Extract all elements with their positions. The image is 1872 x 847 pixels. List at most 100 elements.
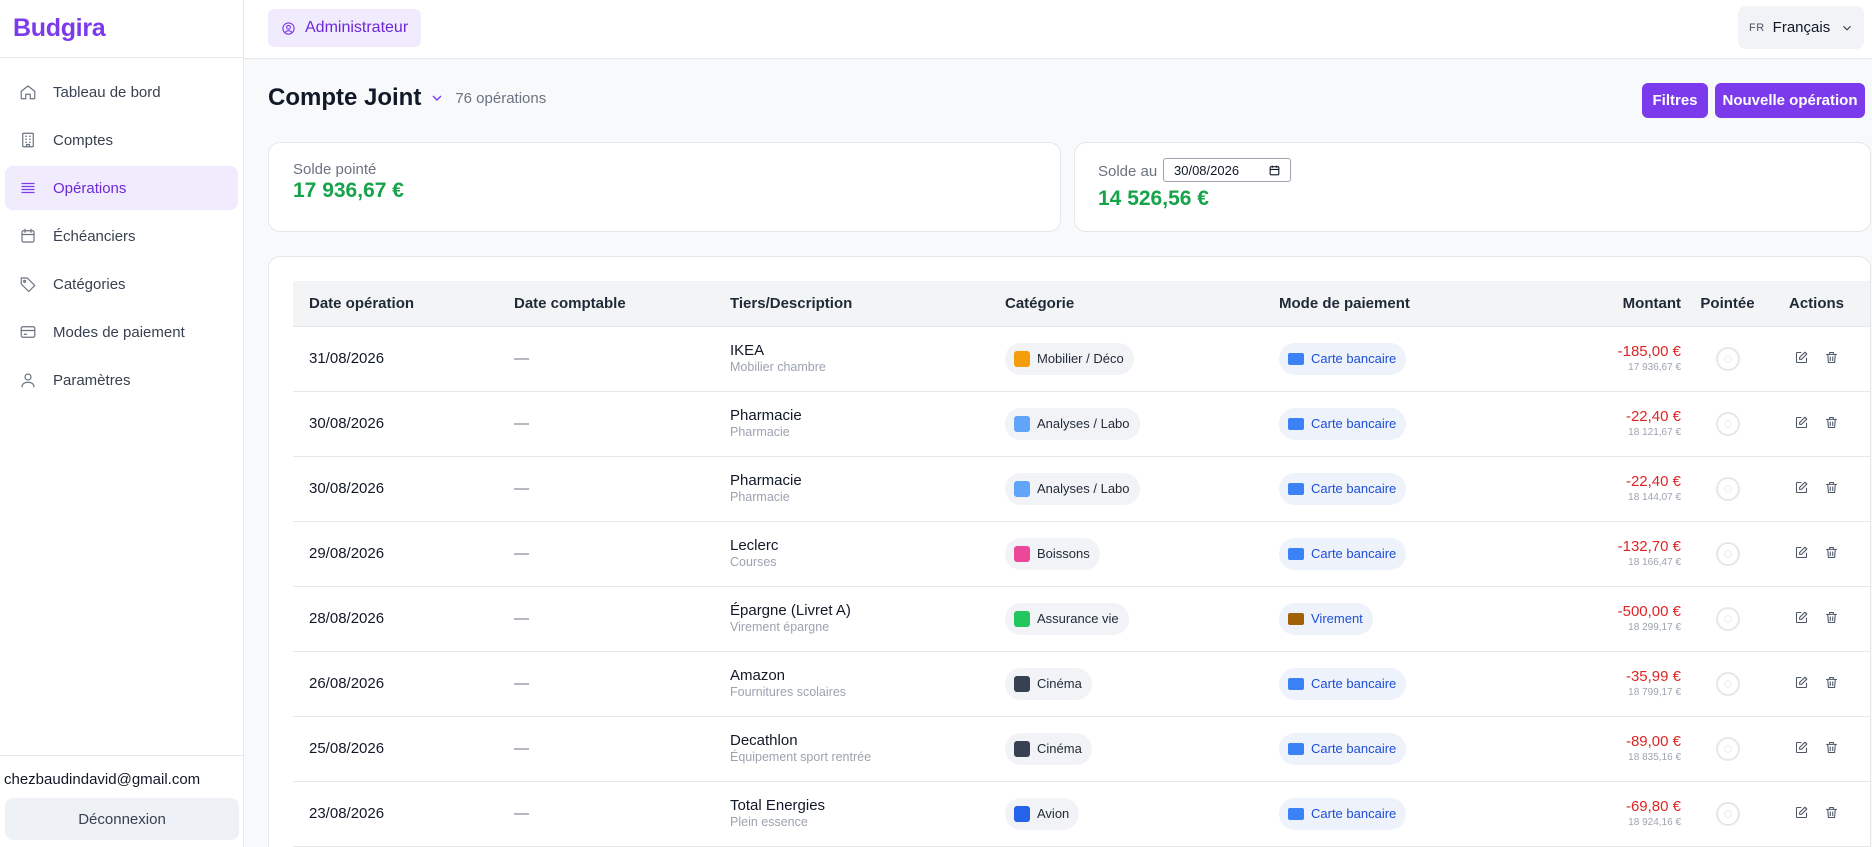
table-row[interactable]: 31/08/2026— IKEA Mobilier chambre Mobilier … (293, 326, 1870, 391)
trash-icon (1825, 612, 1838, 624)
pointed-cell (1695, 521, 1760, 586)
payment-label: Carte bancaire (1311, 546, 1397, 561)
category-cell: Cinéma (989, 716, 1263, 781)
edit-button[interactable] (1792, 673, 1812, 693)
table-row[interactable]: 30/08/2026 — Pharmacie Pharmacie Analyses / … (293, 391, 1870, 456)
tiers-description: Courses (730, 555, 777, 569)
column-header[interactable]: Mode de paiement (1263, 281, 1563, 327)
pointed-toggle[interactable] (1715, 671, 1740, 696)
edit-button[interactable] (1792, 478, 1812, 498)
pointed-toggle[interactable] (1715, 541, 1740, 566)
edit-button[interactable] (1792, 413, 1812, 433)
language-selector[interactable]: FR Français (1738, 6, 1864, 49)
payment-cell: Carte bancaire (1263, 781, 1563, 846)
delete-button[interactable] (1822, 738, 1842, 758)
role-badge[interactable]: Administrateur (268, 9, 422, 47)
edit-button[interactable] (1792, 348, 1812, 368)
delete-button[interactable] (1822, 543, 1842, 563)
sidebar-item-dashboard[interactable]: Tableau de bord (5, 70, 238, 114)
column-header[interactable]: Date opération (293, 281, 498, 327)
delete-button[interactable] (1822, 413, 1842, 433)
table-row[interactable]: 25/08/2026 — Decathlon Équipement sport ren… (293, 716, 1870, 781)
new-operation-button[interactable]: Nouvelle opération (1715, 83, 1865, 118)
delete-button[interactable] (1822, 803, 1842, 823)
category-chip[interactable]: Assurance vie (1005, 602, 1129, 635)
payment-chip[interactable]: Carte bancaire (1279, 667, 1407, 700)
category-chip[interactable]: Cinéma (1005, 732, 1092, 765)
category-cell: Analyses / Labo (989, 391, 1263, 456)
column-header[interactable]: Catégorie (989, 281, 1263, 327)
payment-chip[interactable]: Carte bancaire (1279, 797, 1407, 830)
payment-chip[interactable]: Virement (1279, 602, 1373, 635)
tiers-cell: IKEA Mobilier chambre (714, 326, 989, 391)
edit-button[interactable] (1792, 803, 1812, 823)
payment-chip[interactable]: Carte bancaire (1279, 732, 1407, 765)
balance-date-input[interactable]: 30/08/2026 (1163, 158, 1291, 182)
category-chip[interactable]: Mobilier / Déco (1005, 342, 1134, 375)
edit-button[interactable] (1792, 738, 1812, 758)
accounting-date: — (514, 545, 529, 562)
payment-chip[interactable]: Carte bancaire (1279, 472, 1407, 505)
edit-button[interactable] (1792, 608, 1812, 628)
sidebar-item-categories[interactable]: Catégories (5, 262, 238, 306)
pointed-toggle[interactable] (1715, 346, 1740, 371)
category-chip[interactable]: Boissons (1005, 537, 1100, 570)
sidebar-item-payment-modes[interactable]: Modes de paiement (5, 310, 238, 354)
account-switch-chevron-icon[interactable] (429, 89, 447, 107)
running-balance: 18 299,17 € (1628, 622, 1681, 633)
filters-button[interactable]: Filtres (1642, 83, 1708, 118)
payment-chip[interactable]: Carte bancaire (1279, 407, 1407, 440)
tiers-cell: Épargne (Livret A) Virement épargne (714, 586, 989, 651)
table-row[interactable]: 26/08/2026 — Amazon Fournitures scolaires Ci… (293, 651, 1870, 716)
column-header[interactable]: Montant (1563, 281, 1695, 327)
pointed-toggle[interactable] (1715, 606, 1740, 631)
column-header[interactable]: Tiers/Description (714, 281, 989, 327)
table-row[interactable]: 28/08/2026 — Épargne (Livret A) Virement ép… (293, 586, 1870, 651)
operation-date: 29/08/2026 (309, 545, 385, 562)
pointed-toggle[interactable] (1715, 801, 1740, 826)
table-row[interactable]: 30/08/2026 — Pharmacie Pharmacie Analyses / … (293, 456, 1870, 521)
edit-button[interactable] (1792, 543, 1812, 563)
sidebar-item-settings[interactable]: Paramètres (5, 358, 238, 402)
category-chip[interactable]: Cinéma (1005, 667, 1092, 700)
sidebar-item-operations[interactable]: Opérations (5, 166, 238, 210)
delete-button[interactable] (1822, 348, 1842, 368)
payment-icon (1288, 547, 1304, 560)
pointed-toggle[interactable] (1715, 736, 1740, 761)
category-label: Assurance vie (1037, 611, 1119, 626)
payment-cell: Virement (1263, 586, 1563, 651)
edit-icon (1795, 741, 1808, 754)
delete-button[interactable] (1822, 478, 1842, 498)
tag-icon (18, 274, 38, 294)
topbar: Administrateur FR Français (244, 0, 1872, 59)
operations-count: 76 opérations (455, 89, 547, 107)
column-header[interactable]: Date comptable (498, 281, 714, 327)
pointed-toggle[interactable] (1715, 411, 1740, 436)
tiers-name: Decathlon (730, 732, 798, 749)
edit-icon (1795, 416, 1808, 429)
edit-icon (1795, 676, 1808, 689)
pointed-toggle[interactable] (1715, 476, 1740, 501)
tiers-description: Pharmacie (730, 490, 790, 504)
delete-button[interactable] (1822, 608, 1842, 628)
table-row[interactable]: 23/08/2026 — Total Energies Plein essence Av… (293, 781, 1870, 846)
sidebar-item-label: Paramètres (53, 371, 131, 389)
payment-chip[interactable]: Carte bancaire (1279, 342, 1407, 375)
category-icon (1014, 415, 1030, 432)
payment-chip[interactable]: Carte bancaire (1279, 537, 1407, 570)
calendar-icon (1269, 165, 1280, 176)
category-cell: Mobilier / Déco (989, 326, 1263, 391)
payment-label: Carte bancaire (1311, 741, 1397, 756)
brand-logo[interactable]: Budgira (13, 14, 106, 43)
sidebar-item-schedules[interactable]: Échéanciers (5, 214, 238, 258)
logout-button[interactable]: Déconnexion (5, 798, 239, 840)
sidebar-item-accounts[interactable]: Comptes (5, 118, 238, 162)
circle-icon (1723, 484, 1732, 493)
payment-cell: Carte bancaire (1263, 391, 1563, 456)
category-chip[interactable]: Analyses / Labo (1005, 472, 1140, 505)
table-row[interactable]: 29/08/2026 — Leclerc Courses Boissons Carte b… (293, 521, 1870, 586)
category-chip[interactable]: Avion (1005, 797, 1080, 830)
delete-button[interactable] (1822, 673, 1842, 693)
category-chip[interactable]: Analyses / Labo (1005, 407, 1140, 440)
sidebar-item-label: Opérations (53, 179, 127, 197)
